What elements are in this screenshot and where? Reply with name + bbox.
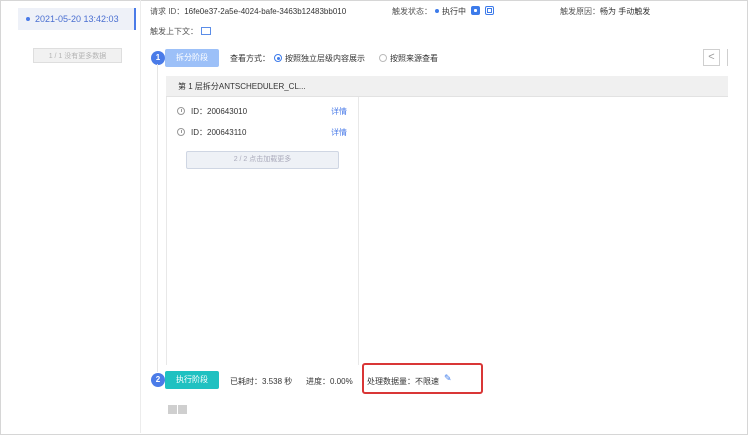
history-panel: 2021-05-20 13:42:03 1 / 1 没有更多数据 — [0, 0, 140, 433]
progress-text: 进度：0.00% — [306, 377, 353, 386]
bottom-square-icon — [168, 405, 177, 414]
view-mode: 查看方式： 按照独立层级内容展示 按照来源查看 — [230, 54, 438, 63]
elapsed-time: 已耗时：3.538 秒 — [230, 377, 293, 386]
trigger-status: 触发状态： 执行中 — [392, 6, 495, 17]
status-dot-icon — [26, 16, 30, 21]
load-more-button[interactable]: 2 / 2 点击加载更多 — [186, 151, 339, 169]
task-row: ID：200643110 — [177, 127, 246, 138]
pause-icon[interactable] — [471, 6, 481, 16]
detail-link[interactable]: 详情 — [331, 106, 347, 117]
radio-by-level[interactable] — [274, 54, 282, 63]
trigger-reason: 触发原因：畅为 手动触发 — [560, 7, 651, 16]
bottom-square-icon — [178, 405, 187, 414]
trigger-context: 触发上下文： — [150, 26, 211, 37]
request-id: 请求 ID：16fe0e37-2a5e-4024-bafe-3463b12483… — [150, 7, 347, 16]
divider — [140, 0, 141, 433]
radio-by-source[interactable] — [379, 54, 387, 63]
stop-icon[interactable] — [485, 6, 495, 16]
split-level-header: 第 1 层拆分ANTSCHEDULER_CL... — [166, 76, 728, 97]
step-number-2: 2 — [151, 373, 165, 387]
history-item-time: 2021-05-20 13:42:03 — [35, 14, 119, 24]
clock-icon — [177, 127, 185, 136]
split-stage-button[interactable]: 拆分阶段 — [165, 49, 219, 67]
prev-arrow-button[interactable]: < — [703, 49, 720, 66]
execute-stage-button[interactable]: 执行阶段 — [165, 371, 219, 389]
detail-link[interactable]: 详情 — [331, 127, 347, 138]
step-connector — [157, 64, 158, 372]
next-arrow-edge — [727, 49, 728, 66]
clock-icon — [177, 106, 185, 115]
highlight-box — [362, 363, 483, 394]
running-dot-icon — [435, 9, 439, 14]
history-item-selected[interactable]: 2021-05-20 13:42:03 — [18, 8, 136, 30]
task-row: ID：200643010 — [177, 106, 247, 117]
chart-icon[interactable] — [201, 26, 211, 35]
step-number-1: 1 — [151, 51, 165, 65]
no-more-data-button[interactable]: 1 / 1 没有更多数据 — [33, 48, 122, 63]
